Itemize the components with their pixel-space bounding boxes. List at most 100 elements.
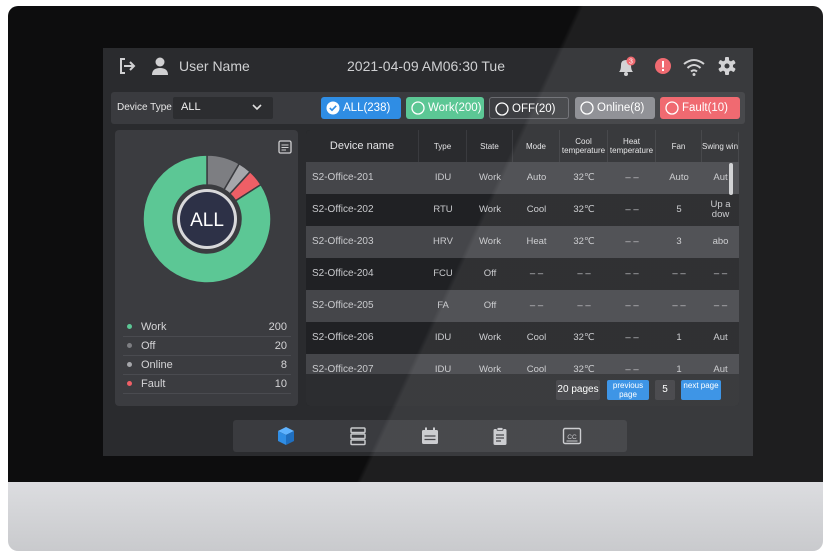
user-name: User Name <box>179 58 250 74</box>
device-type-select[interactable]: ALL <box>173 97 273 119</box>
device-frame: User Name 2021-04-09 AM06:30 Tue 3 Devic… <box>8 6 823 551</box>
device-name-cell: S2-Office-206 <box>312 332 374 343</box>
user-icon <box>152 57 168 75</box>
table-scrollbar[interactable] <box>729 163 733 195</box>
table-cell: – – <box>672 300 686 311</box>
column-header: Cool temperature <box>560 130 608 162</box>
table-row[interactable]: S2-Office-204 FCU Off – – – – – – – – – – <box>306 258 739 290</box>
table-cell: – – <box>529 268 544 279</box>
table-cell: Up a dow <box>710 199 731 220</box>
alert-icon[interactable] <box>654 57 672 75</box>
server-icon[interactable] <box>348 426 368 446</box>
filter-chip-off[interactable]: OFF(20) <box>489 97 569 119</box>
clipboard-icon[interactable] <box>490 426 510 446</box>
radio-circle-icon <box>411 101 425 115</box>
table-cell: Cool <box>526 332 547 343</box>
table-cell: Work <box>479 172 501 183</box>
filter-chip-label: OFF(20) <box>512 103 556 115</box>
status-donut-chart: ALL <box>142 154 272 284</box>
table-row[interactable]: S2-Office-201 IDU Work Auto 32℃ – – Auto Aut <box>306 162 739 194</box>
column-header: Device name <box>306 130 419 162</box>
column-header: Type <box>419 130 467 162</box>
table-cell: 32℃ <box>573 236 595 247</box>
table-header: Device name Type State Mode Cool temperature… <box>306 130 739 162</box>
chevron-down-icon <box>252 104 262 111</box>
bell-icon[interactable]: 3 <box>615 56 637 78</box>
check-circle-icon <box>326 101 340 115</box>
page-number-input[interactable]: 5 <box>655 380 675 400</box>
total-pages: 20 pages <box>556 380 600 400</box>
table-cell: – – <box>713 268 728 279</box>
legend-dot <box>127 343 132 348</box>
table-cell: – – <box>625 204 639 215</box>
filter-chip-fault[interactable]: Fault(10) <box>660 97 740 119</box>
screen: User Name 2021-04-09 AM06:30 Tue 3 Devic… <box>103 48 753 456</box>
table-cell: Auto <box>526 172 547 183</box>
table-cell: 1 <box>676 332 682 343</box>
table-cell: 32℃ <box>573 332 595 343</box>
device-name-cell: S2-Office-201 <box>312 172 374 183</box>
filter-chip-label: Online(8) <box>597 102 645 114</box>
legend-value: 200 <box>268 321 287 333</box>
legend-row-work: Work 200 <box>123 318 291 337</box>
filter-chip-label: Work(200) <box>428 102 482 114</box>
column-header: Swing win <box>702 130 739 162</box>
table-cell: abo <box>712 236 729 247</box>
legend-value: 10 <box>274 378 287 390</box>
table-cell: 32℃ <box>573 204 595 215</box>
next-page-button[interactable]: next page <box>681 380 721 400</box>
filter-chip-all[interactable]: ALL(238) <box>321 97 401 119</box>
column-header: Mode <box>513 130 560 162</box>
filter-chip-label: ALL(238) <box>343 102 391 114</box>
legend-row-online: Online 8 <box>123 356 291 375</box>
device-name-cell: S2-Office-204 <box>312 268 374 279</box>
gear-icon[interactable] <box>717 56 737 76</box>
table-cell: – – <box>625 236 639 247</box>
table-cell: – – <box>577 300 591 311</box>
filter-chip-work[interactable]: Work(200) <box>406 97 484 119</box>
table-cell: FA <box>437 300 449 311</box>
table-cell: Heat <box>526 236 547 247</box>
previous-page-button[interactable]: previous page <box>607 380 649 400</box>
status-bar: User Name 2021-04-09 AM06:30 Tue 3 <box>103 48 753 86</box>
table-cell: – – <box>529 300 544 311</box>
table-cell: HRV <box>433 236 453 247</box>
device-type-value: ALL <box>181 101 201 113</box>
device-type-label: Device Type <box>117 102 172 113</box>
radio-circle-icon <box>495 102 509 116</box>
device-name-cell: S2-Office-202 <box>312 204 374 215</box>
cube-icon[interactable] <box>276 426 296 446</box>
table-cell: Work <box>479 204 501 215</box>
table-row[interactable]: S2-Office-202 RTU Work Cool 32℃ – – 5 Up a dow <box>306 194 739 226</box>
table-cell: IDU <box>434 172 452 183</box>
notification-count: 3 <box>629 59 633 66</box>
table-cell: – – <box>625 332 639 343</box>
cc-icon-text: CC <box>567 434 577 441</box>
table-cell: 3 <box>676 236 682 247</box>
pagination: 20 pages previous page 5 next page <box>306 374 739 406</box>
filter-chip-label: Fault(10) <box>682 102 729 114</box>
list-view-icon[interactable] <box>278 140 292 154</box>
table-cell: 5 <box>676 204 682 215</box>
legend-value: 20 <box>274 340 287 352</box>
table-cell: – – <box>625 172 639 183</box>
table-row[interactable]: S2-Office-205 FA Off – – – – – – – – – – <box>306 290 739 322</box>
logout-icon[interactable] <box>117 56 137 76</box>
legend-label: Online <box>141 359 173 371</box>
status-legend: Work 200 Off 20 Online 8 Fault 10 <box>123 318 291 394</box>
table-row[interactable]: S2-Office-203 HRV Work Heat 32℃ – – 3 abo <box>306 226 739 258</box>
legend-row-off: Off 20 <box>123 337 291 356</box>
table-cell: Aut <box>713 172 728 183</box>
datetime: 2021-04-09 AM06:30 Tue <box>347 58 506 74</box>
table-row[interactable]: S2-Office-206 IDU Work Cool 32℃ – – 1 Aut <box>306 322 739 354</box>
summary-panel: ALL Work 200 Off 20 Online 8 Fault 10 <box>115 130 298 406</box>
radio-circle-icon <box>580 101 594 115</box>
wifi-icon[interactable] <box>682 57 706 77</box>
cc-icon[interactable]: CC <box>562 426 582 446</box>
table-cell: Off <box>483 300 497 311</box>
table-cell: Work <box>479 332 501 343</box>
calendar-icon[interactable] <box>420 426 440 446</box>
table-cell: RTU <box>433 204 453 215</box>
filter-chip-online[interactable]: Online(8) <box>575 97 655 119</box>
legend-dot <box>127 324 132 329</box>
